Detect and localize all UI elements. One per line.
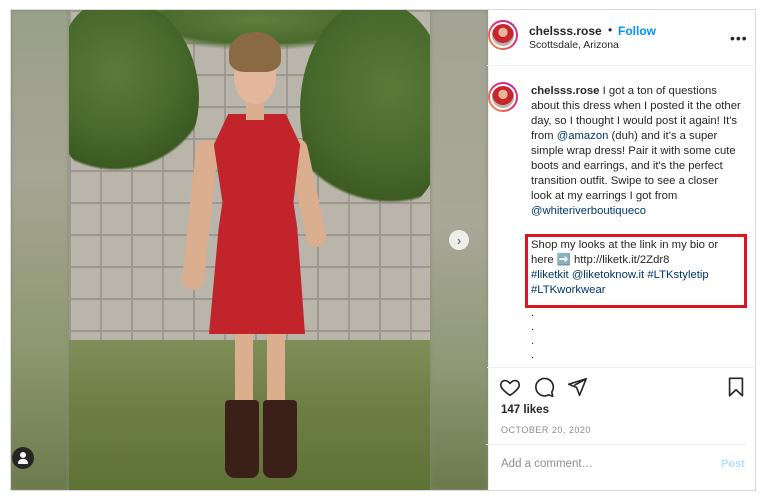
chevron-right-icon[interactable]: › — [449, 230, 469, 250]
avatar-image — [490, 22, 516, 48]
caption-dots: . . . . — [531, 306, 534, 362]
caption-username[interactable]: chelsss.rose — [531, 85, 599, 97]
paper-plane-icon[interactable] — [566, 376, 588, 398]
hashtag-liketkit[interactable]: #liketkit — [531, 269, 569, 281]
caption-avatar[interactable] — [488, 82, 518, 112]
post-photo[interactable] — [69, 10, 430, 490]
follow-button[interactable]: Follow — [618, 24, 656, 38]
arrow-right-emoji: ➡️ — [556, 254, 571, 266]
red-dress — [209, 114, 305, 334]
hashtag-ltkworkwear[interactable]: #LTKworkwear — [531, 284, 606, 296]
comment-input[interactable] — [501, 458, 701, 470]
mention-boutique[interactable]: @whiteriverboutiqueco — [531, 205, 646, 217]
comment-icon[interactable] — [533, 376, 555, 398]
dot-line: . — [531, 349, 535, 361]
boot-right — [263, 400, 297, 478]
user-icon-body — [18, 459, 28, 464]
post-date[interactable]: OCTOBER 20, 2020 — [501, 425, 591, 435]
mention-amazon[interactable]: @amazon — [557, 130, 609, 142]
boot-left — [225, 400, 259, 478]
avatar-image — [490, 84, 516, 110]
post-media[interactable] — [11, 10, 488, 490]
bookmark-icon[interactable] — [725, 376, 747, 398]
post-header — [487, 10, 755, 66]
location-link[interactable]: Scottsdale, Arizona — [529, 39, 619, 51]
dot-line: . — [531, 307, 535, 319]
dot-line: . — [531, 335, 535, 347]
woman-in-red-dress — [181, 30, 329, 480]
mention-liketoknow[interactable]: @liketoknow.it — [572, 269, 644, 281]
user-icon[interactable] — [12, 447, 34, 469]
separator-dot: • — [608, 23, 613, 37]
dot-line: . — [531, 321, 535, 333]
header-username[interactable]: chelsss.rose — [529, 24, 602, 38]
likes-count[interactable]: 147 likes — [501, 404, 549, 416]
more-horizontal-icon[interactable]: ••• — [730, 30, 748, 46]
caption-text: chelsss.rose I got a ton of questions ab… — [531, 84, 741, 219]
hair — [229, 32, 281, 72]
ivy-left — [69, 10, 199, 180]
user-icon-head — [20, 452, 26, 458]
heart-icon[interactable] — [499, 376, 521, 398]
hashtag-ltkstyletip[interactable]: #LTKstyletip — [647, 269, 708, 281]
shop-link[interactable]: http://liketk.it/2Zdr8 — [571, 254, 669, 266]
avatar[interactable] — [488, 20, 518, 50]
media-blur-right — [430, 10, 488, 490]
shop-text: Shop my looks at the link in my bio or h… — [531, 238, 741, 298]
media-blur-left — [11, 10, 69, 490]
actions-divider — [487, 367, 755, 368]
post-button[interactable]: Post — [721, 458, 745, 470]
